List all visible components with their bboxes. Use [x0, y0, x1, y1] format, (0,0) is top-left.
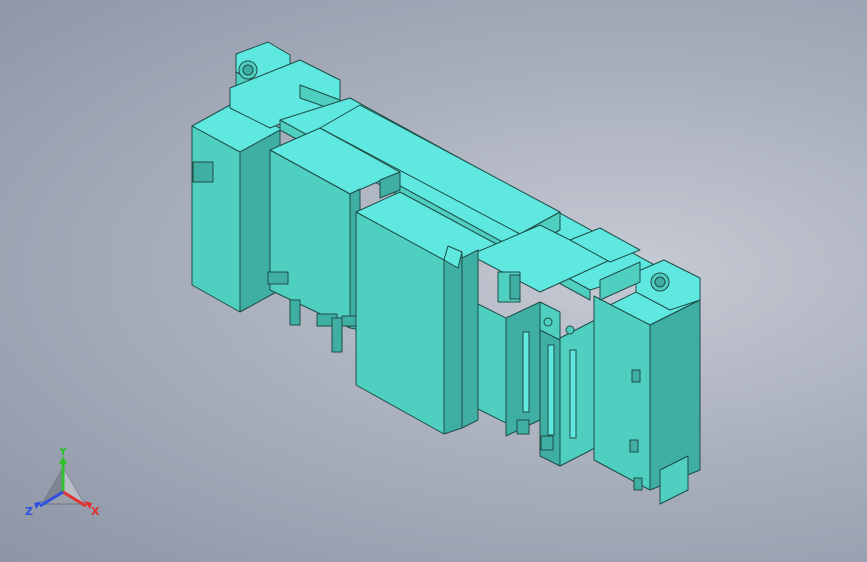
- terminal-plate-group[interactable]: [505, 301, 596, 467]
- view-orientation-triad[interactable]: Y X Z: [22, 445, 112, 528]
- left-housing-block[interactable]: [191, 104, 281, 313]
- y-axis-label: Y: [58, 448, 68, 458]
- z-axis-label: Z: [25, 505, 33, 518]
- graphics-viewport[interactable]: Y X Z: [0, 0, 867, 562]
- x-axis-label: X: [91, 505, 100, 518]
- view-orientation-triad-icon: Y X Z: [25, 445, 100, 518]
- cad-model-canvas[interactable]: [0, 0, 867, 562]
- right-end-module[interactable]: [593, 279, 701, 505]
